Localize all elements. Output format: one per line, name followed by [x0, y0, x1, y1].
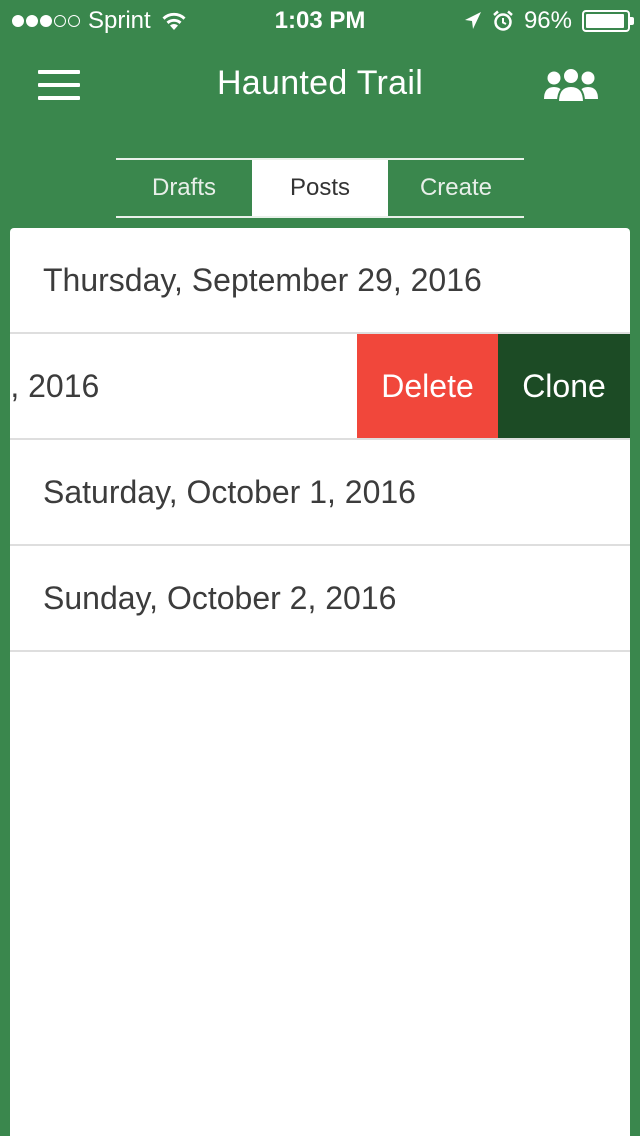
alarm-icon — [493, 10, 513, 31]
post-date-label: Friday, September 30, 2016 — [10, 368, 100, 404]
navbar: Haunted Trail — [0, 40, 640, 130]
posts-list: Thursday, September 29, 2016 Friday, Sep… — [10, 228, 630, 1136]
post-date-label: Saturday, October 1, 2016 — [43, 474, 416, 510]
group-users-icon[interactable] — [542, 66, 600, 104]
status-bar: Sprint 1:03 PM 96% — [0, 0, 640, 40]
post-date-label: Thursday, September 29, 2016 — [43, 262, 482, 298]
post-date-label: Sunday, October 2, 2016 — [43, 580, 397, 616]
battery-fill — [586, 14, 625, 28]
tab-drafts[interactable]: Drafts — [116, 160, 252, 216]
list-item-swiped[interactable]: Friday, September 30, 2016 Delete Clone — [10, 334, 630, 440]
segmented-tabs: Drafts Posts Create — [116, 158, 524, 218]
tab-create[interactable]: Create — [388, 160, 524, 216]
delete-button[interactable]: Delete — [357, 334, 498, 438]
list-item[interactable]: Sunday, October 2, 2016 — [10, 546, 630, 652]
battery-icon — [582, 10, 634, 32]
list-item[interactable]: Thursday, September 29, 2016 — [10, 228, 630, 334]
status-right: 96% — [464, 7, 634, 35]
battery-percent: 96% — [523, 7, 572, 34]
tab-posts[interactable]: Posts — [252, 160, 388, 216]
list-item[interactable]: Saturday, October 1, 2016 — [10, 440, 630, 546]
clone-button[interactable]: Clone — [498, 334, 630, 438]
location-arrow-icon — [464, 12, 481, 29]
